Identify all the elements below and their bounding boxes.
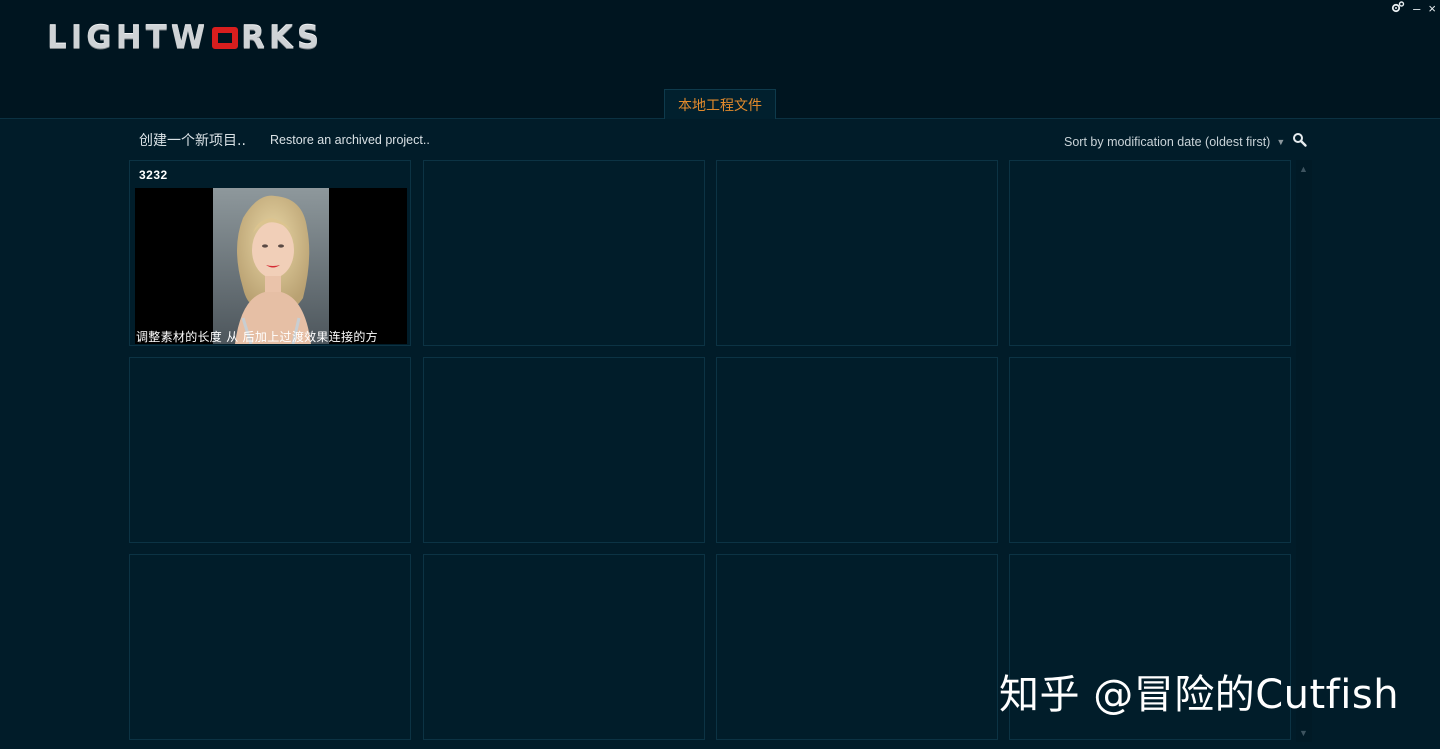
minimize-button[interactable]: – — [1413, 1, 1420, 16]
empty-project-slot — [129, 554, 411, 740]
gear-icon[interactable] — [1391, 1, 1405, 16]
empty-project-slot — [716, 357, 998, 543]
project-tile[interactable]: 3232 调整素材的长度 从 后加上过渡效果连接的方 — [129, 160, 411, 346]
empty-project-slot — [423, 357, 705, 543]
search-icon[interactable] — [1292, 132, 1310, 150]
empty-project-slot — [716, 554, 998, 740]
watermark-text: 知乎 @冒险的Cutfish — [999, 672, 1400, 718]
project-title: 3232 — [139, 168, 168, 182]
project-thumbnail: 调整素材的长度 从 后加上过渡效果连接的方 — [135, 188, 407, 344]
create-project-button[interactable]: 创建一个新项目.. — [139, 130, 246, 150]
empty-project-slot — [423, 160, 705, 346]
scroll-up-arrow-icon[interactable]: ▲ — [1299, 164, 1308, 174]
logo-o-mark — [212, 27, 239, 49]
empty-project-slot — [1009, 160, 1291, 346]
thumbnail-portrait-image — [213, 188, 329, 344]
thumbnail-caption: 调整素材的长度 从 后加上过渡效果连接的方 — [136, 330, 378, 344]
sort-label: Sort by modification date (oldest first) — [1064, 135, 1271, 149]
empty-project-slot — [129, 357, 411, 543]
vertical-scrollbar[interactable]: ▲ ▼ — [1296, 160, 1312, 742]
sort-dropdown[interactable]: Sort by modification date (oldest first)… — [1064, 135, 1285, 149]
window-controls: – × — [1391, 1, 1436, 16]
project-toolbar: 创建一个新项目.. Restore an archived project.. … — [0, 126, 1440, 156]
lightworks-logo: LIGHTW RKS — [47, 20, 323, 56]
scroll-down-arrow-icon[interactable]: ▼ — [1299, 728, 1308, 738]
tab-label: 本地工程文件 — [678, 97, 762, 114]
chevron-down-icon: ▼ — [1276, 137, 1286, 147]
project-grid: 3232 调整素材的长度 从 后加上过渡效果连接的方 — [129, 160, 1293, 742]
empty-project-slot — [1009, 357, 1291, 543]
logo-text-left: LIGHTW — [47, 20, 210, 56]
lightworks-app: LIGHTW RKS – × 本地工程文件 创建一个新项目.. Restore a… — [0, 0, 1440, 749]
logo-text-right: RKS — [241, 20, 324, 56]
restore-archived-button[interactable]: Restore an archived project.. — [270, 133, 430, 147]
empty-project-slot — [423, 554, 705, 740]
tab-local-projects[interactable]: 本地工程文件 — [664, 89, 776, 119]
empty-project-slot — [716, 160, 998, 346]
top-bar: LIGHTW RKS – × 本地工程文件 — [0, 0, 1440, 119]
close-button[interactable]: × — [1428, 1, 1436, 16]
